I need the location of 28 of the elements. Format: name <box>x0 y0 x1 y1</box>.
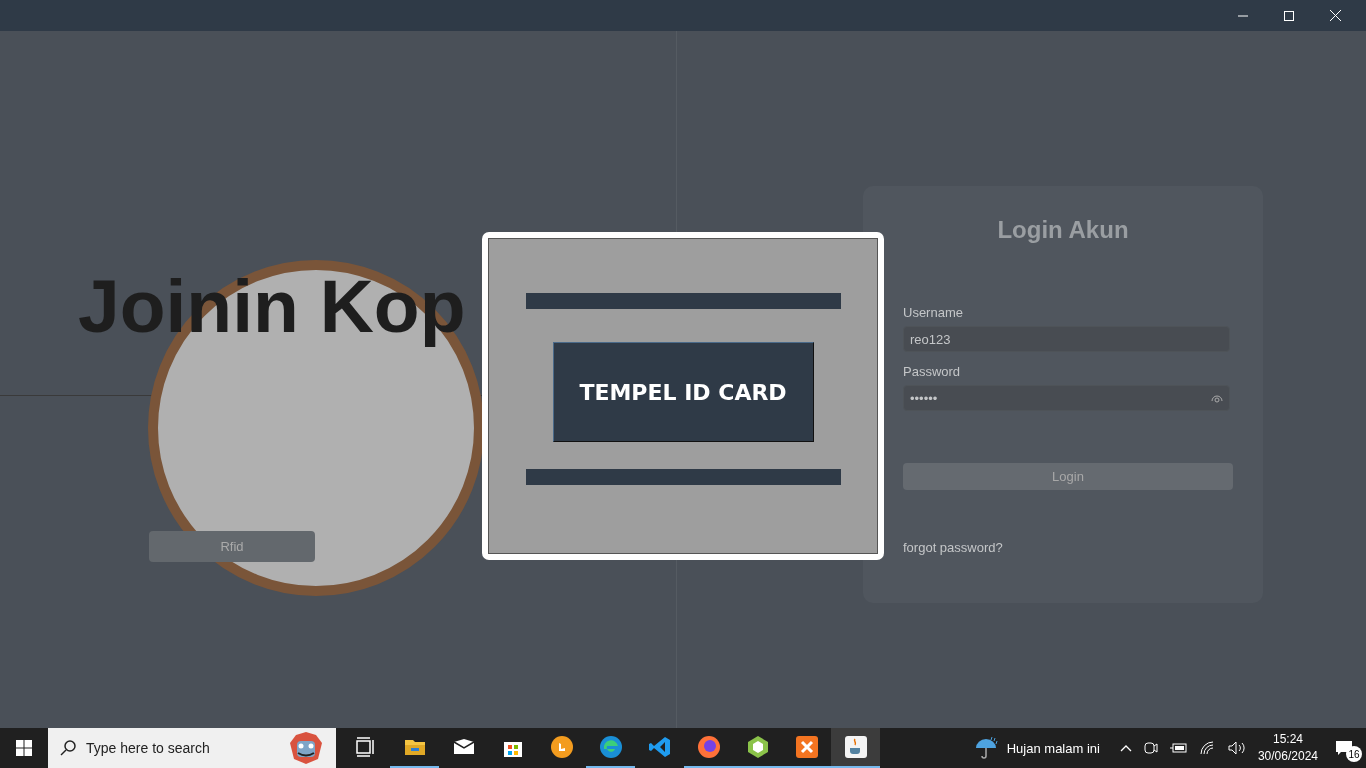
weather-widget[interactable]: Hujan malam ini <box>974 736 1100 760</box>
camera-icon[interactable] <box>1143 740 1158 756</box>
password-field[interactable]: •••••• <box>903 385 1230 411</box>
cube-icon <box>745 735 770 759</box>
wifi-icon[interactable] <box>1199 741 1216 755</box>
username-field[interactable]: reo123 <box>903 326 1230 352</box>
battery-icon[interactable] <box>1169 742 1188 754</box>
chevron-up-icon[interactable] <box>1119 744 1132 752</box>
field-label: Username <box>903 305 963 320</box>
tap-id-card-button[interactable]: TEMPEL ID CARD <box>552 342 814 442</box>
clock[interactable]: 15:24 30/06/2024 <box>1257 731 1318 765</box>
search-icon <box>60 740 76 756</box>
forgot-password-link[interactable]: forgot password? <box>903 540 1003 555</box>
xampp-icon <box>794 735 819 759</box>
code-editor-icon <box>647 735 672 759</box>
maximize-icon <box>1284 10 1294 21</box>
eye-icon[interactable] <box>1211 393 1223 403</box>
coffee-cup-icon <box>843 735 868 759</box>
fox-browser-icon <box>696 735 721 759</box>
browser-icon <box>598 735 623 759</box>
windows-logo-icon <box>16 740 32 756</box>
field-label: Password <box>903 364 961 379</box>
taskbar-app-button[interactable] <box>831 728 880 768</box>
umbrella-rain-icon <box>974 736 999 760</box>
close-icon <box>1329 10 1341 21</box>
speaker-icon[interactable] <box>1227 741 1246 755</box>
search-field[interactable]: Type here to search <box>48 728 336 768</box>
login-title: Login Akun <box>997 216 1129 244</box>
